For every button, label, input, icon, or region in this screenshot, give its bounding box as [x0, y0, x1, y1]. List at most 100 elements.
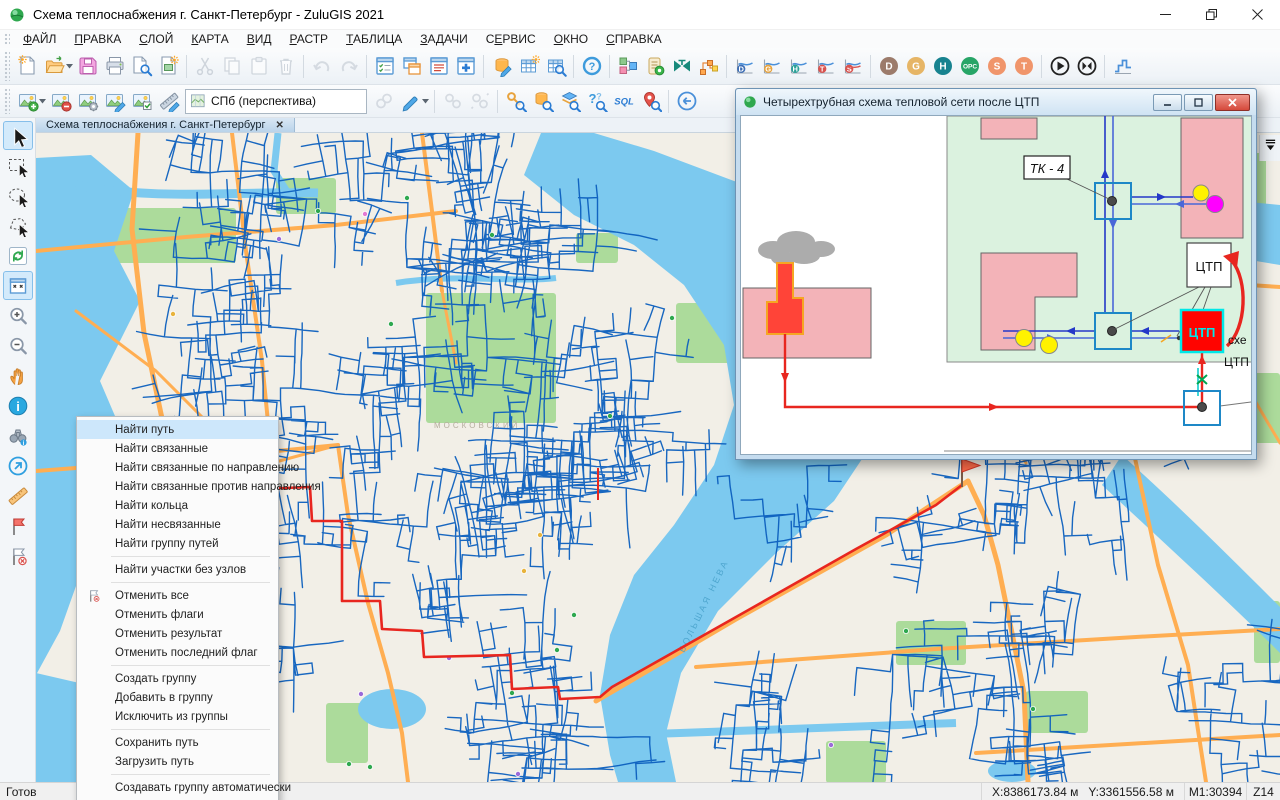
context-item-найти-связанные-против-направления[interactable]: Найти связанные против направления — [77, 477, 278, 496]
panel-text-button[interactable] — [425, 52, 452, 80]
schematic-minimize-button[interactable] — [1153, 94, 1182, 111]
context-item-загрузить-путь[interactable]: Загрузить путь — [77, 752, 278, 771]
graph-h-button[interactable]: H — [785, 52, 812, 80]
info-tool[interactable]: i — [3, 391, 33, 420]
select-rect-tool[interactable] — [3, 151, 33, 180]
layer-check-button[interactable] — [128, 87, 155, 115]
circle-g-button[interactable]: G — [902, 52, 929, 80]
map-selector-combo[interactable]: СПб (перспектива) — [185, 89, 367, 114]
save-button[interactable] — [74, 52, 101, 80]
context-item-найти-участки-без-узлов[interactable]: Найти участки без узлов — [77, 560, 278, 579]
pencil-blue-dropdown-icon[interactable] — [421, 99, 430, 104]
menu-сервис[interactable]: СЕРВИС — [477, 32, 545, 46]
context-item-отменить-результат[interactable]: Отменить результат — [77, 624, 278, 643]
goto-arrow-tool[interactable] — [3, 451, 33, 480]
menu-справка[interactable]: СПРАВКА — [597, 32, 671, 46]
menu-слой[interactable]: СЛОЙ — [130, 32, 182, 46]
layer-add-dropdown-icon[interactable] — [38, 99, 47, 104]
context-item-найти-связанные[interactable]: Найти связанные — [77, 439, 278, 458]
menu-таблица[interactable]: ТАБЛИЦА — [337, 32, 411, 46]
refresh-tool[interactable] — [3, 241, 33, 270]
select-polygon-tool[interactable] — [3, 211, 33, 240]
sql-button[interactable]: SQL — [610, 87, 637, 115]
zoom-in-tool[interactable] — [3, 301, 33, 330]
measure-edit-button[interactable] — [155, 87, 182, 115]
schematic-close-button[interactable] — [1215, 94, 1250, 111]
toolbar-overflow-icon[interactable] — [1259, 135, 1280, 161]
step-chart-button[interactable] — [1109, 52, 1136, 80]
schematic-canvas[interactable]: ТК - 4 ЦТП ЦТП схе ЦТП — [740, 115, 1252, 455]
circle-opc-button[interactable]: OPC — [956, 52, 983, 80]
context-item-создать-группу[interactable]: Создать группу — [77, 669, 278, 688]
tab-heat-scheme[interactable]: Схема теплоснабжения г. Санкт-Петербург … — [36, 118, 295, 132]
pointer-tool[interactable] — [3, 121, 33, 150]
consumer-node-yellow-3[interactable] — [1041, 337, 1058, 354]
context-item-найти-путь[interactable]: Найти путь — [77, 420, 278, 439]
scroll-badge-button[interactable] — [641, 52, 668, 80]
layer-add-button[interactable] — [14, 87, 41, 115]
db-edit-button[interactable] — [488, 52, 515, 80]
find-q-button[interactable]: ?? — [583, 87, 610, 115]
zoom-out-tool[interactable] — [3, 331, 33, 360]
circle-d-button[interactable]: D — [875, 52, 902, 80]
context-item-найти-несвязанные[interactable]: Найти несвязанные — [77, 515, 278, 534]
menu-растр[interactable]: РАСТР — [281, 32, 338, 46]
layer-edit-button[interactable] — [101, 87, 128, 115]
measure-ruler-tool[interactable] — [3, 481, 33, 510]
zoom-extent-tool[interactable] — [3, 271, 33, 300]
graph-d-button[interactable]: D — [731, 52, 758, 80]
circle-s-button[interactable]: S — [983, 52, 1010, 80]
graph-s-button[interactable]: S — [839, 52, 866, 80]
open-folder-button[interactable] — [41, 52, 68, 80]
circle-t-button[interactable]: T — [1010, 52, 1037, 80]
layer-props-button[interactable] — [74, 87, 101, 115]
toolbar-main-grip[interactable] — [4, 51, 10, 81]
consumer-node-magenta[interactable] — [1207, 196, 1224, 213]
pencil-blue-button[interactable] — [397, 87, 424, 115]
layer-remove-button[interactable] — [47, 87, 74, 115]
schematic-maximize-button[interactable] — [1184, 94, 1213, 111]
tab-close-icon[interactable]: ✕ — [275, 120, 283, 131]
nodes-button[interactable] — [695, 52, 722, 80]
menubar-grip[interactable] — [4, 33, 10, 45]
seek-circle-button[interactable] — [1073, 52, 1100, 80]
toolbar-map-grip[interactable] — [4, 88, 10, 114]
open-folder-dropdown-icon[interactable] — [65, 64, 74, 69]
context-item-добавить-в-группу[interactable]: Добавить в группу — [77, 688, 278, 707]
consumer-node-yellow-1[interactable] — [1193, 185, 1209, 201]
context-item-отменить-все[interactable]: Отменить все — [77, 586, 278, 605]
play-circle-button[interactable] — [1046, 52, 1073, 80]
select-ellipse-tool[interactable] — [3, 181, 33, 210]
menu-правка[interactable]: ПРАВКА — [65, 32, 130, 46]
menu-вид[interactable]: ВИД — [238, 32, 281, 46]
menu-задачи[interactable]: ЗАДАЧИ — [411, 32, 476, 46]
flag-set-tool[interactable] — [3, 511, 33, 540]
panel-list-button[interactable] — [371, 52, 398, 80]
table-find-button[interactable] — [542, 52, 569, 80]
print-preview-button[interactable] — [128, 52, 155, 80]
import-doc-button[interactable] — [155, 52, 182, 80]
context-item-найти-группу-путей[interactable]: Найти группу путей — [77, 534, 278, 553]
circle-h-button[interactable]: H — [929, 52, 956, 80]
flag-clear-tool[interactable] — [3, 541, 33, 570]
find-db-button[interactable] — [529, 87, 556, 115]
valve-button[interactable] — [668, 52, 695, 80]
context-item-найти-связанные-по-направлению[interactable]: Найти связанные по направлению — [77, 458, 278, 477]
minimize-button[interactable] — [1142, 0, 1188, 29]
graph-g-button[interactable]: G — [758, 52, 785, 80]
blocks-button[interactable] — [614, 52, 641, 80]
find-geo-button[interactable] — [637, 87, 664, 115]
context-item-создавать-группу-автоматически[interactable]: Создавать группу автоматически — [77, 778, 278, 797]
table-new-button[interactable] — [515, 52, 542, 80]
close-button[interactable] — [1234, 0, 1280, 29]
schematic-window-titlebar[interactable]: Четырехтрубная схема тепловой сети после… — [736, 89, 1256, 115]
graph-t-button[interactable]: T — [812, 52, 839, 80]
context-item-отменить-последний-флаг[interactable]: Отменить последний флаг — [77, 643, 278, 662]
context-item-найти-кольца[interactable]: Найти кольца — [77, 496, 278, 515]
print-button[interactable] — [101, 52, 128, 80]
pan-hand-tool[interactable] — [3, 361, 33, 390]
panel-cascade-button[interactable] — [398, 52, 425, 80]
find-layers-button[interactable] — [556, 87, 583, 115]
ctp-red-block[interactable]: ЦТП — [1181, 310, 1223, 352]
menu-карта[interactable]: КАРТА — [182, 32, 237, 46]
